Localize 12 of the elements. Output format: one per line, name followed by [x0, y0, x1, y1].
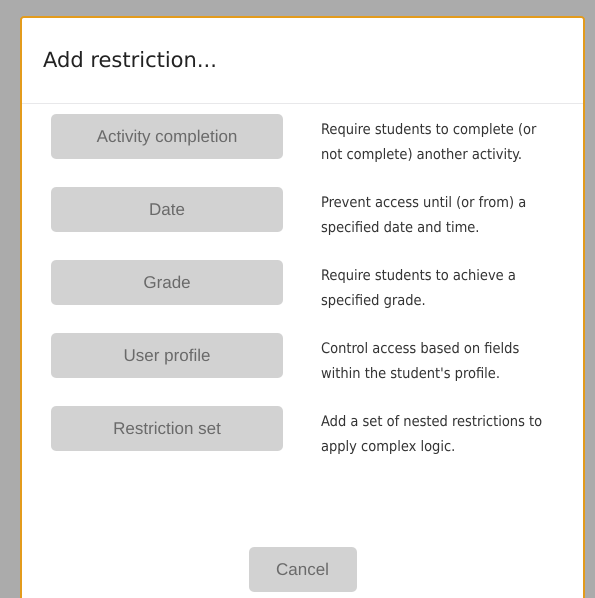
- cancel-button[interactable]: Cancel: [248, 547, 356, 592]
- option-button[interactable]: Date: [51, 187, 283, 232]
- option-button[interactable]: User profile: [51, 333, 283, 378]
- option-button[interactable]: Restriction set: [51, 406, 283, 451]
- option-description: Require students to complete (or not complete) another activity.: [321, 121, 538, 165]
- option-description: Prevent access until (or from) a specified date and time.: [321, 194, 528, 238]
- dialog-title: Add restriction...: [22, 18, 583, 104]
- option-button[interactable]: Activity completion: [51, 114, 283, 159]
- option-description: Control access based on fields within the student's profile.: [321, 340, 520, 384]
- option-button[interactable]: Grade: [51, 260, 283, 305]
- option-description: Require students to achieve a specified grade.: [321, 267, 517, 311]
- option-description: Add a set of nested restrictions to apply complex logic.: [321, 413, 544, 457]
